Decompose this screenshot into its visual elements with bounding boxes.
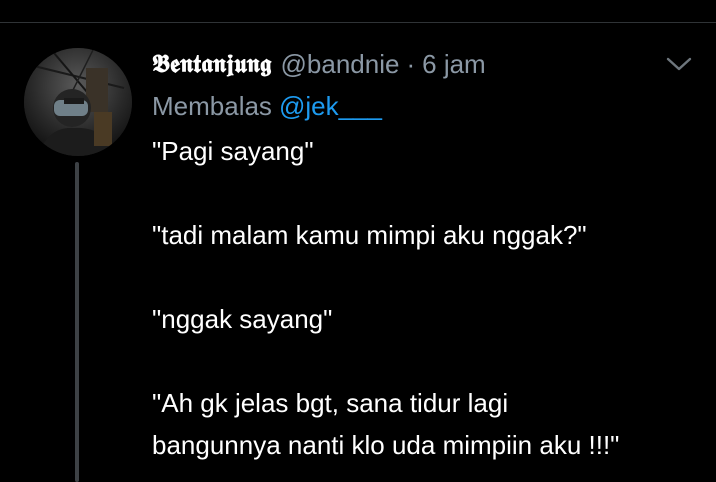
reply-mention-link[interactable]: @jek___ — [279, 91, 382, 122]
tweet-timestamp[interactable]: 6 jam — [422, 49, 486, 80]
tweet-text-line — [152, 172, 712, 214]
tweet-text-line: "Ah gk jelas bgt, sana tidur lagi — [152, 388, 509, 418]
reply-prefix: Membalas — [152, 90, 272, 121]
tweet-header: 𝕭𝖊𝖓𝖙𝖆𝖓𝖏𝖚𝖓𝖌 @bandnie · 6 jam — [152, 44, 486, 84]
tweet-text-line — [152, 340, 712, 382]
tweet-text-line — [152, 256, 712, 298]
author-display-name[interactable]: 𝕭𝖊𝖓𝖙𝖆𝖓𝖏𝖚𝖓𝖌 — [152, 49, 272, 79]
avatar[interactable] — [24, 48, 132, 156]
tweet-text-line: bangunnya nanti klo uda mimpiin aku !!!" — [152, 430, 620, 460]
tweet-menu-button[interactable] — [664, 52, 694, 76]
tweet-text-line: "Pagi sayang" — [152, 136, 314, 166]
top-divider — [0, 22, 716, 23]
tweet-text-line: "nggak sayang" — [152, 304, 333, 334]
author-handle[interactable]: @bandnie — [281, 49, 400, 80]
header-separator: · — [406, 48, 416, 79]
thread-line — [75, 162, 79, 482]
reply-context: Membalas @jek___ — [152, 86, 382, 126]
profile-photo-icon — [24, 48, 132, 156]
tweet-text: "Pagi sayang" "tadi malam kamu mimpi aku… — [152, 130, 712, 466]
tweet-text-line: "tadi malam kamu mimpi aku nggak?" — [152, 220, 587, 250]
chevron-down-icon — [666, 57, 692, 71]
